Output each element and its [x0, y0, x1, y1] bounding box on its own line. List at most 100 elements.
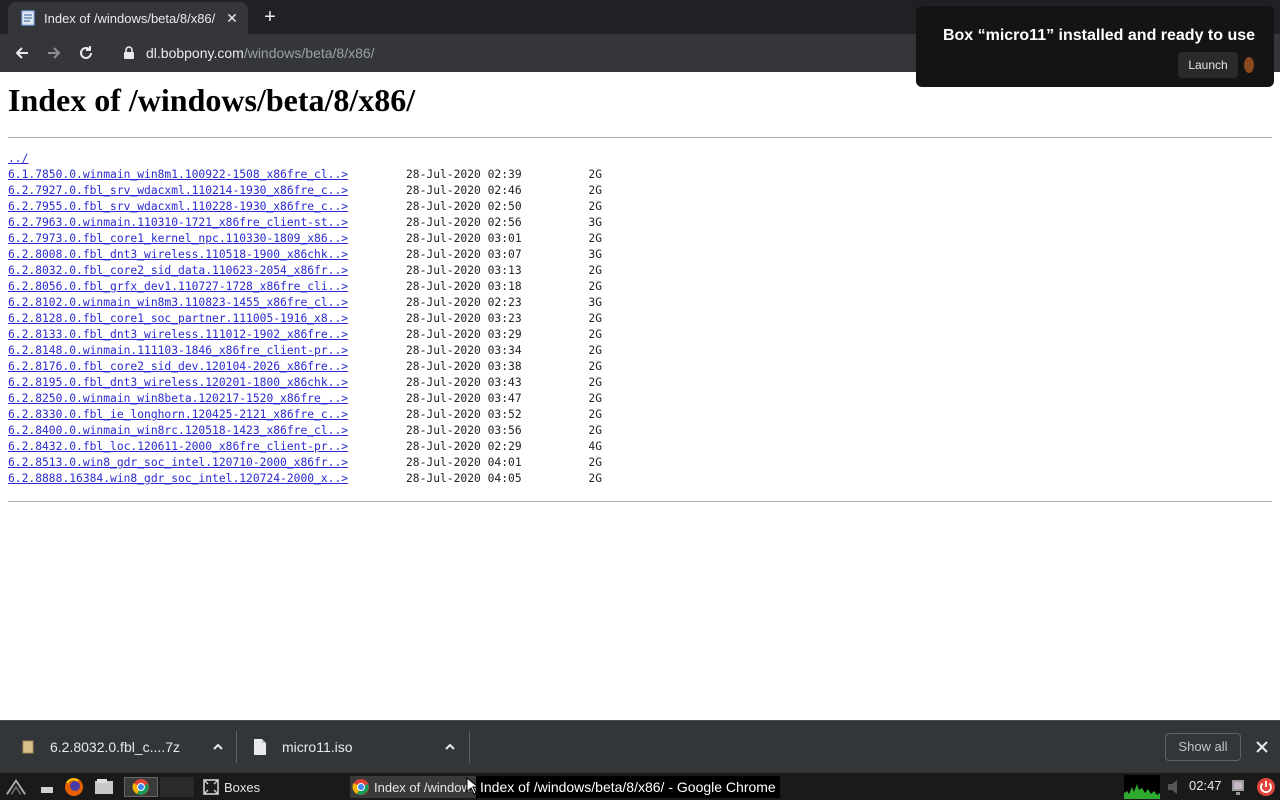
- file-link[interactable]: 6.2.8056.0.fbl_grfx_dev1.110727-1728_x86…: [8, 279, 398, 295]
- browser-tab[interactable]: Index of /windows/beta/8/x86/ ✕: [8, 2, 248, 34]
- page-heading: Index of /windows/beta/8/x86/: [8, 82, 416, 118]
- file-size: 2G: [588, 472, 602, 485]
- file-link[interactable]: 6.2.8250.0.winmain_win8beta.120217-1520_…: [8, 391, 398, 407]
- file-size: 3G: [588, 216, 602, 229]
- file-date: 28-Jul-2020 02:56: [406, 216, 522, 229]
- file-link[interactable]: 6.2.8128.0.fbl_core1_soc_partner.111005-…: [8, 311, 398, 327]
- file-date: 28-Jul-2020 03:34: [406, 344, 522, 357]
- back-arrow-icon[interactable]: [6, 37, 38, 69]
- file-row: 6.2.7963.0.winmain.110310-1721_x86fre_cl…: [8, 215, 602, 231]
- forward-arrow-icon[interactable]: [38, 37, 70, 69]
- archive-icon: [18, 737, 38, 757]
- top-divider: [8, 137, 1272, 138]
- workspace-icon[interactable]: [160, 777, 194, 797]
- file-date: 28-Jul-2020 03:47: [406, 392, 522, 405]
- file-row: 6.2.7927.0.fbl_srv_wdacxml.110214-1930_x…: [8, 183, 602, 199]
- file-row: 6.2.8008.0.fbl_dnt3_wireless.110518-1900…: [8, 247, 602, 263]
- file-size: 2G: [588, 232, 602, 245]
- taskbar-task-label: Index of /windows/beta/8/x86/ - Google C…: [374, 779, 476, 795]
- file-date: 28-Jul-2020 04:05: [406, 472, 522, 485]
- power-icon[interactable]: [1256, 777, 1276, 797]
- url-host: dl.bobpony.com: [146, 45, 244, 61]
- chevron-up-icon[interactable]: [210, 739, 226, 755]
- file-link[interactable]: 6.1.7850.0.winmain_win8m1.100922-1508_x8…: [8, 167, 398, 183]
- file-size: 2G: [588, 280, 602, 293]
- file-date: 28-Jul-2020 03:29: [406, 328, 522, 341]
- file-size: 3G: [588, 296, 602, 309]
- download-filename: 6.2.8032.0.fbl_c....7z: [50, 739, 180, 755]
- file-manager-icon[interactable]: [94, 777, 114, 797]
- file-row: 6.2.8250.0.winmain_win8beta.120217-1520_…: [8, 391, 602, 407]
- file-date: 28-Jul-2020 03:56: [406, 424, 522, 437]
- network-icon[interactable]: [1228, 777, 1248, 797]
- file-size: 2G: [588, 344, 602, 357]
- close-icon[interactable]: [1254, 739, 1270, 755]
- new-tab-icon[interactable]: +: [258, 5, 282, 29]
- start-menu-icon[interactable]: [6, 777, 26, 797]
- taskbar-task-boxes[interactable]: Boxes: [200, 776, 346, 798]
- file-size: 2G: [588, 312, 602, 325]
- notification-title: Box “micro11” installed and ready to use: [942, 27, 1256, 44]
- file-date: 28-Jul-2020 03:13: [406, 264, 522, 277]
- file-link[interactable]: 6.2.8195.0.fbl_dnt3_wireless.120201-1800…: [8, 375, 398, 391]
- file-link[interactable]: 6.2.7955.0.fbl_srv_wdacxml.110228-1930_x…: [8, 199, 398, 215]
- chrome-icon: [352, 778, 370, 796]
- firefox-icon[interactable]: [64, 777, 84, 797]
- file-link[interactable]: 6.2.8432.0.fbl_loc.120611-2000_x86fre_cl…: [8, 439, 398, 455]
- page-icon: [20, 10, 36, 26]
- taskbar-task-chrome[interactable]: Index of /windows/beta/8/x86/ - Google C…: [350, 776, 476, 798]
- mouse-cursor-icon: [466, 776, 480, 795]
- file-link[interactable]: 6.2.8176.0.fbl_core2_sid_dev.120104-2026…: [8, 359, 398, 375]
- lock-icon[interactable]: [122, 46, 136, 60]
- volume-icon[interactable]: [1164, 777, 1186, 797]
- file-link[interactable]: 6.2.8330.0.fbl_ie_longhorn.120425-2121_x…: [8, 407, 398, 423]
- reload-icon[interactable]: [70, 37, 102, 69]
- file-size: 2G: [588, 168, 602, 181]
- file-row: 6.2.8056.0.fbl_grfx_dev1.110727-1728_x86…: [8, 279, 602, 295]
- file-link[interactable]: 6.2.8888.16384.win8_gdr_soc_intel.120724…: [8, 471, 398, 487]
- clock[interactable]: 02:47: [1189, 778, 1222, 793]
- file-link[interactable]: 6.2.8008.0.fbl_dnt3_wireless.110518-1900…: [8, 247, 398, 263]
- chrome-launcher-icon[interactable]: [124, 777, 158, 797]
- file-link[interactable]: 6.2.8400.0.winmain_win8rc.120518-1423_x8…: [8, 423, 398, 439]
- file-link[interactable]: 6.2.7963.0.winmain.110310-1721_x86fre_cl…: [8, 215, 398, 231]
- file-link[interactable]: 6.2.8148.0.winmain.111103-1846_x86fre_cl…: [8, 343, 398, 359]
- file-link[interactable]: 6.2.8133.0.fbl_dnt3_wireless.111012-1902…: [8, 327, 398, 343]
- file-link[interactable]: 6.2.8102.0.winmain_win8m3.110823-1455_x8…: [8, 295, 398, 311]
- download-item[interactable]: micro11.iso: [250, 721, 468, 773]
- file-row: 6.2.8330.0.fbl_ie_longhorn.120425-2121_x…: [8, 407, 602, 423]
- file-size: 2G: [588, 184, 602, 197]
- page-content: Index of /windows/beta/8/x86/ ../ 6.1.78…: [0, 72, 1280, 720]
- download-separator: [469, 731, 470, 763]
- file-size: 2G: [588, 264, 602, 277]
- file-row: 6.2.8032.0.fbl_core2_sid_data.110623-205…: [8, 263, 602, 279]
- tab-title: Index of /windows/beta/8/x86/: [44, 10, 216, 26]
- file-link[interactable]: 6.2.8032.0.fbl_core2_sid_data.110623-205…: [8, 263, 398, 279]
- parent-directory-link[interactable]: ../: [8, 151, 398, 167]
- download-separator: [236, 731, 237, 763]
- show-desktop-icon[interactable]: [38, 777, 58, 797]
- parent-row: ../: [8, 151, 602, 167]
- file-row: 6.2.7955.0.fbl_srv_wdacxml.110228-1930_x…: [8, 199, 602, 215]
- taskbar-tooltip: Index of /windows/beta/8/x86/ - Google C…: [476, 776, 780, 798]
- show-all-button[interactable]: Show all: [1165, 733, 1241, 761]
- cpu-monitor-graph: [1124, 775, 1160, 799]
- file-row: 6.2.8432.0.fbl_loc.120611-2000_x86fre_cl…: [8, 439, 602, 455]
- url-path: /windows/beta/8/x86/: [243, 45, 375, 61]
- file-date: 28-Jul-2020 02:29: [406, 440, 522, 453]
- file-size: 2G: [588, 392, 602, 405]
- file-link[interactable]: 6.2.7927.0.fbl_srv_wdacxml.110214-1930_x…: [8, 183, 398, 199]
- file-date: 28-Jul-2020 03:38: [406, 360, 522, 373]
- file-date: 28-Jul-2020 02:50: [406, 200, 522, 213]
- file-link[interactable]: 6.2.7973.0.fbl_core1_kernel_npc.110330-1…: [8, 231, 398, 247]
- file-link[interactable]: 6.2.8513.0.win8_gdr_soc_intel.120710-200…: [8, 455, 398, 471]
- file-size: 2G: [588, 376, 602, 389]
- boxes-app-icon: [1242, 56, 1256, 74]
- chevron-up-icon[interactable]: [442, 739, 458, 755]
- launch-button[interactable]: Launch: [1178, 52, 1238, 78]
- download-item[interactable]: 6.2.8032.0.fbl_c....7z: [18, 721, 236, 773]
- address-bar[interactable]: dl.bobpony.com/windows/beta/8/x86/: [122, 39, 375, 67]
- file-size: 4G: [588, 440, 602, 453]
- file-size: 3G: [588, 248, 602, 261]
- tab-close-icon[interactable]: ✕: [224, 10, 240, 27]
